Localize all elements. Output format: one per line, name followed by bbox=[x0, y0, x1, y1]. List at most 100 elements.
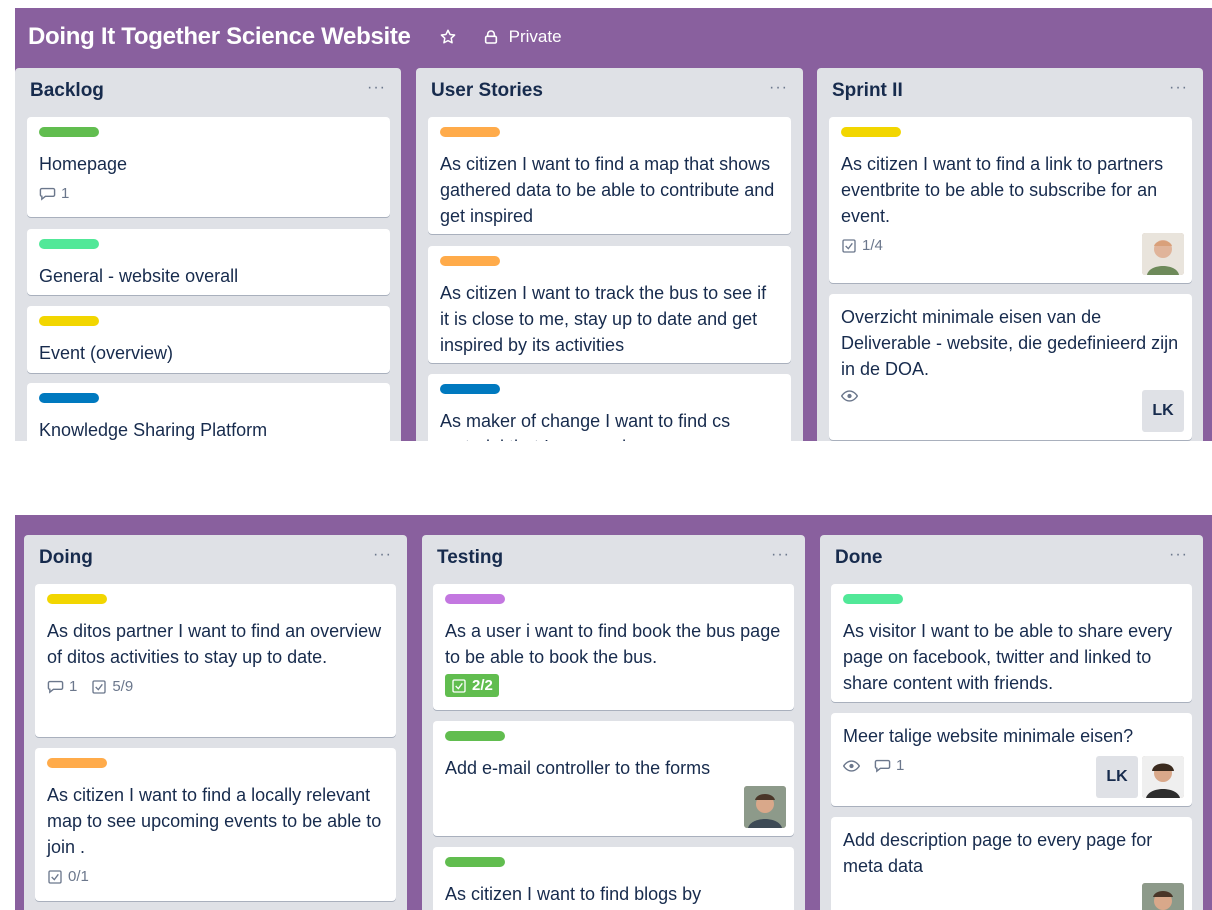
card[interactable]: Add description page to every page for m… bbox=[831, 817, 1192, 910]
card-title: As visitor I want to be able to share ev… bbox=[843, 621, 1173, 693]
list-title[interactable]: User Stories bbox=[431, 80, 543, 102]
list-title[interactable]: Doing bbox=[39, 547, 93, 569]
board-header: Doing It Together Science Website Privat… bbox=[15, 8, 1212, 66]
checklist-icon bbox=[452, 678, 466, 693]
member-photo-icon bbox=[744, 786, 786, 828]
card-title: Event (overview) bbox=[39, 343, 174, 363]
comment-icon bbox=[39, 187, 56, 201]
card-label[interactable] bbox=[843, 594, 903, 604]
card-badges: 1/4 bbox=[841, 237, 1180, 254]
comments-count: 1 bbox=[69, 678, 78, 695]
comment-icon bbox=[874, 759, 891, 773]
card-label[interactable] bbox=[39, 127, 99, 137]
card-label[interactable] bbox=[39, 239, 99, 249]
card[interactable]: As citizen I want to find a map that sho… bbox=[428, 117, 791, 234]
card-title: As a user i want to find book the bus pa… bbox=[445, 621, 781, 667]
card[interactable]: As citizen I want to find a link to part… bbox=[829, 117, 1192, 283]
list-menu-button[interactable]: ··· bbox=[373, 546, 392, 564]
star-icon bbox=[440, 29, 455, 44]
card-label[interactable] bbox=[445, 731, 505, 741]
card-label[interactable] bbox=[440, 256, 500, 266]
card[interactable]: Overzicht minimale eisen van de Delivera… bbox=[829, 294, 1192, 440]
card[interactable]: Knowledge Sharing Platform bbox=[27, 383, 390, 441]
card-label[interactable] bbox=[47, 758, 107, 768]
list-menu-button[interactable]: ··· bbox=[1169, 546, 1188, 564]
list-title[interactable]: Backlog bbox=[30, 80, 104, 102]
card-title: Overzicht minimale eisen van de Delivera… bbox=[841, 307, 1179, 379]
card-label[interactable] bbox=[841, 127, 901, 137]
card-label[interactable] bbox=[445, 857, 505, 867]
member-avatar[interactable] bbox=[744, 786, 786, 828]
card[interactable]: As citizen I want to find a locally rele… bbox=[35, 748, 396, 901]
star-button[interactable] bbox=[439, 28, 457, 46]
member-avatar[interactable] bbox=[1142, 233, 1184, 275]
card-title: As citizen I want to find a map that sho… bbox=[440, 154, 775, 226]
card[interactable]: As visitor I want to be able to share ev… bbox=[831, 584, 1192, 702]
card-title: As citizen I want to track the bus to se… bbox=[440, 283, 767, 355]
card-title: As citizen I want to find a locally rele… bbox=[47, 785, 382, 857]
card[interactable]: As citizen I want to track the bus to se… bbox=[428, 246, 791, 363]
list-title[interactable]: Done bbox=[835, 547, 883, 569]
card-title: As maker of change I want to find cs mat… bbox=[440, 411, 731, 441]
card[interactable]: Homepage 1 bbox=[27, 117, 390, 217]
checklist-count: 1/4 bbox=[862, 237, 883, 254]
list-title[interactable]: Sprint II bbox=[832, 80, 903, 102]
card-label[interactable] bbox=[47, 594, 107, 604]
member-avatar[interactable]: LK bbox=[1142, 390, 1184, 432]
card[interactable]: As ditos partner I want to find an overv… bbox=[35, 584, 396, 737]
checklist-count: 0/1 bbox=[68, 868, 89, 885]
list-menu-button[interactable]: ··· bbox=[769, 79, 788, 97]
card-label[interactable] bbox=[39, 316, 99, 326]
comment-icon bbox=[47, 680, 64, 694]
card-title: Meer talige website minimale eisen? bbox=[843, 726, 1134, 746]
card[interactable]: As maker of change I want to find cs mat… bbox=[428, 374, 791, 441]
list-menu-button[interactable]: ··· bbox=[1169, 79, 1188, 97]
member-avatar[interactable] bbox=[1142, 756, 1184, 798]
visibility-label: Private bbox=[508, 27, 562, 46]
list-header: User Stories ··· bbox=[416, 68, 803, 114]
card[interactable]: As citizen I want to find blogs by bbox=[433, 847, 794, 910]
card[interactable]: Add e-mail controller to the forms bbox=[433, 721, 794, 836]
card-label[interactable] bbox=[39, 393, 99, 403]
card-title: As citizen I want to find blogs by bbox=[445, 884, 702, 904]
comments-badge: 1 bbox=[39, 185, 69, 202]
card[interactable]: General - website overall bbox=[27, 229, 390, 295]
checklist-badge: 2/2 bbox=[445, 674, 499, 697]
list-title[interactable]: Testing bbox=[437, 547, 503, 569]
card[interactable]: Event (overview) bbox=[27, 306, 390, 373]
checklist-icon bbox=[842, 238, 856, 253]
card-title: As ditos partner I want to find an overv… bbox=[47, 621, 382, 667]
list-header: Sprint II ··· bbox=[817, 68, 1203, 114]
card-label[interactable] bbox=[440, 384, 500, 394]
card-badges: 0/1 bbox=[47, 868, 384, 885]
list-testing: Testing ··· As a user i want to find boo… bbox=[422, 535, 805, 910]
eye-icon bbox=[841, 390, 858, 402]
comments-badge: 1 bbox=[874, 757, 904, 774]
list-menu-button[interactable]: ··· bbox=[367, 79, 386, 97]
member-avatar[interactable] bbox=[1142, 883, 1184, 910]
list-sprint-ii: Sprint II ··· As citizen I want to find … bbox=[817, 68, 1203, 441]
checklist-badge: 0/1 bbox=[47, 868, 89, 885]
list-header: Doing ··· bbox=[24, 535, 407, 581]
card-title: Knowledge Sharing Platform bbox=[39, 420, 268, 440]
member-photo-icon bbox=[1142, 883, 1184, 910]
card-label[interactable] bbox=[440, 127, 500, 137]
comments-count: 1 bbox=[896, 757, 905, 774]
checklist-badge: 1/4 bbox=[841, 237, 883, 254]
board-title[interactable]: Doing It Together Science Website bbox=[28, 23, 411, 51]
card-title: Add e-mail controller to the forms bbox=[445, 758, 711, 778]
card[interactable]: As a user i want to find book the bus pa… bbox=[433, 584, 794, 710]
checklist-icon bbox=[92, 679, 107, 694]
board-top: Doing It Together Science Website Privat… bbox=[15, 8, 1212, 441]
checklist-count: 2/2 bbox=[472, 677, 493, 694]
visibility-button[interactable]: Private bbox=[483, 27, 562, 47]
eye-icon bbox=[843, 759, 860, 772]
member-avatar[interactable]: LK bbox=[1096, 756, 1138, 798]
card-label[interactable] bbox=[445, 594, 505, 604]
board-bottom: Doing ··· As ditos partner I want to fin… bbox=[15, 515, 1212, 910]
list-menu-button[interactable]: ··· bbox=[771, 546, 790, 564]
card-title: Add description page to every page for m… bbox=[843, 830, 1153, 876]
card[interactable]: Meer talige website minimale eisen? 1 LK bbox=[831, 713, 1192, 806]
card-badges: 2/2 bbox=[445, 674, 782, 697]
card-title: As citizen I want to find a link to part… bbox=[841, 154, 1164, 226]
